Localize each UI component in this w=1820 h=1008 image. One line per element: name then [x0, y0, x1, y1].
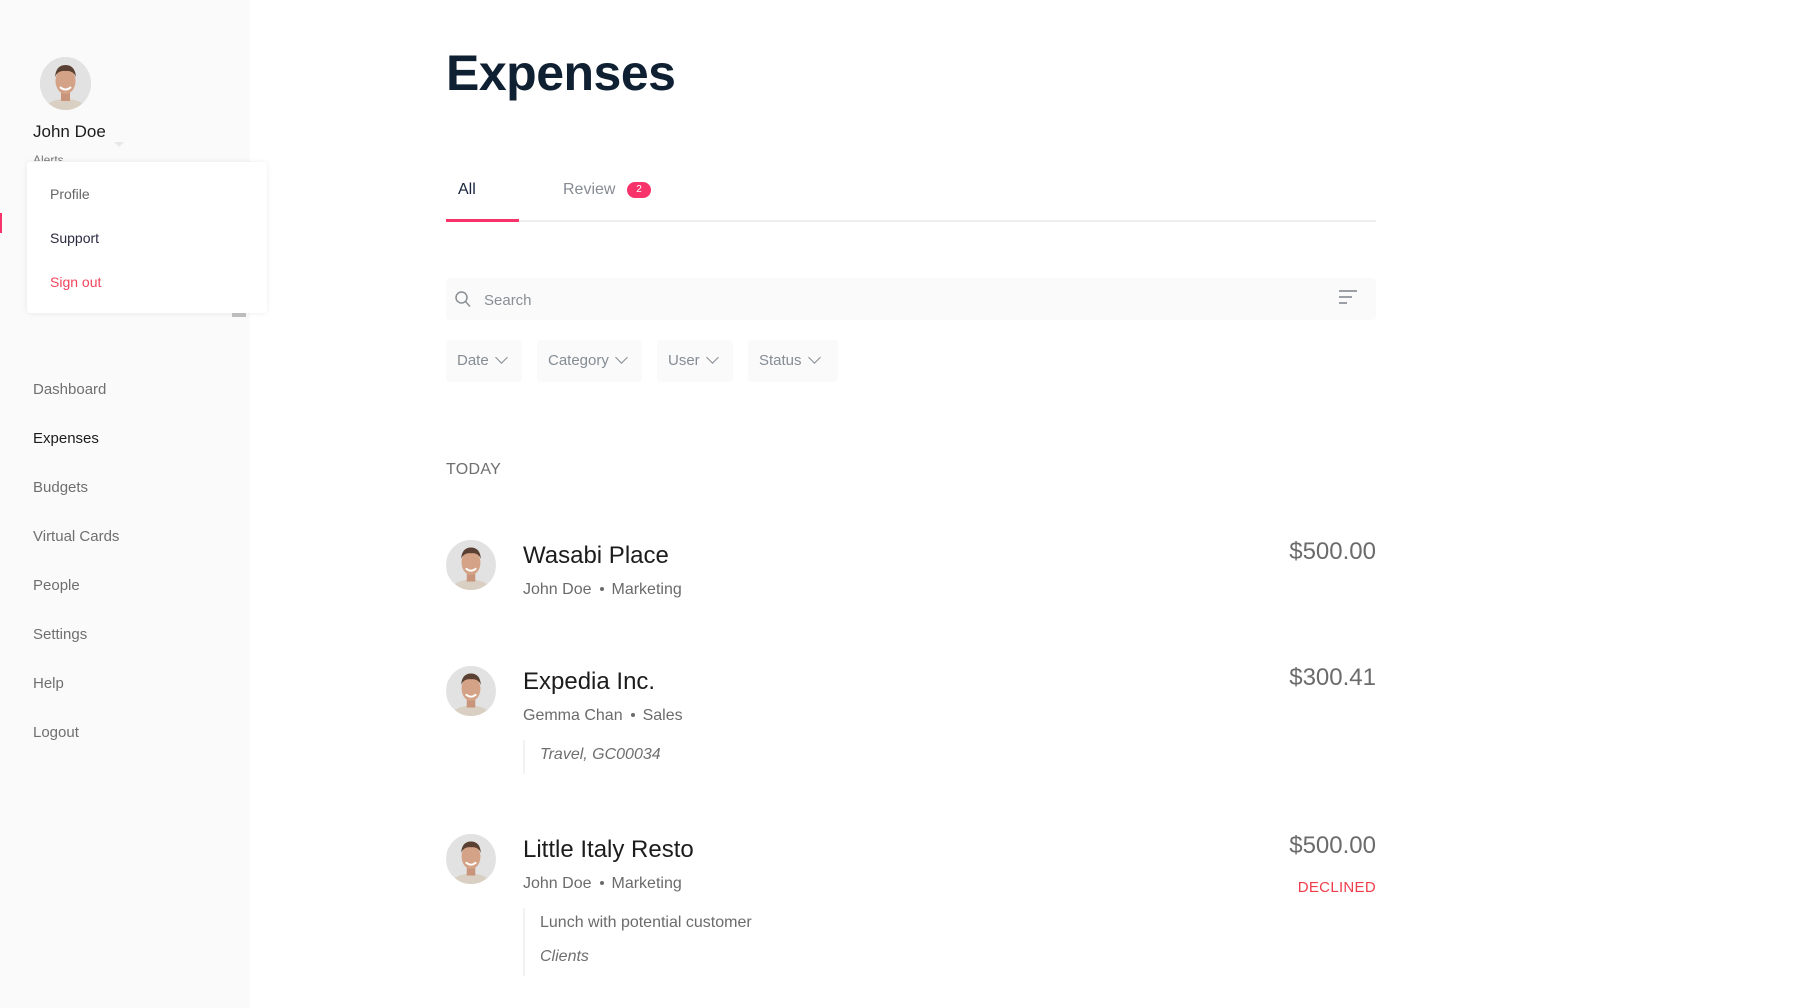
sidebar-item-expenses[interactable]: Expenses: [33, 430, 99, 447]
sidebar-item-budgets[interactable]: Budgets: [33, 479, 88, 496]
separator-dot: [630, 713, 635, 717]
user-avatar: [446, 834, 496, 884]
review-count-badge: 2: [627, 182, 651, 198]
sidebar-item-logout[interactable]: Logout: [33, 724, 79, 741]
filter-category[interactable]: Category: [537, 340, 642, 382]
merchant-name: Expedia Inc.: [523, 668, 656, 695]
search-icon: [455, 291, 471, 308]
expense-department: Sales: [642, 707, 683, 724]
note-category: Travel, GC00034: [540, 746, 661, 763]
active-indicator: [0, 213, 2, 233]
chevron-down-icon: [494, 351, 508, 364]
expense-user: John Doe: [523, 875, 592, 892]
expense-note: Lunch with potential customer Clients: [523, 908, 752, 976]
expense-department: Marketing: [611, 875, 682, 892]
filter-date-label: Date: [457, 352, 489, 369]
filter-user[interactable]: User: [657, 340, 733, 382]
merchant-name: Wasabi Place: [523, 542, 669, 569]
sidebar-item-settings[interactable]: Settings: [33, 626, 87, 643]
expense-note: Travel, GC00034: [523, 740, 661, 774]
tab-all[interactable]: All: [458, 181, 476, 199]
user-dropdown-menu: Profile Support Sign out: [27, 162, 267, 313]
expense-row[interactable]: Little Italy Resto John Doe Marketing $50…: [446, 832, 1376, 984]
expense-amount: $300.41: [1289, 664, 1376, 691]
page-title: Expenses: [446, 45, 676, 101]
sidebar-item-help[interactable]: Help: [33, 675, 64, 692]
expense-amount: $500.00: [1289, 832, 1376, 859]
separator-dot: [599, 881, 604, 885]
note-description: Lunch with potential customer: [540, 914, 752, 931]
caret-up-icon: [114, 142, 124, 147]
filter-user-label: User: [668, 352, 700, 369]
filter-status-label: Status: [759, 352, 802, 369]
expense-user: Gemma Chan: [523, 707, 623, 724]
note-category: Clients: [540, 948, 589, 965]
sidebar-item-dashboard[interactable]: Dashboard: [33, 381, 106, 398]
menu-item-profile[interactable]: Profile: [50, 186, 90, 202]
chevron-down-icon: [705, 351, 719, 364]
filter-category-label: Category: [548, 352, 609, 369]
tab-bar: All Review 2: [446, 170, 1376, 222]
chevron-down-icon: [615, 351, 628, 364]
status-badge: DECLINED: [1297, 879, 1376, 896]
user-avatar: [446, 666, 496, 716]
expense-user: John Doe: [523, 581, 592, 598]
expense-amount: $500.00: [1289, 538, 1376, 565]
avatar-photo-icon: [446, 666, 496, 716]
tab-review[interactable]: Review: [563, 181, 615, 199]
active-tab-underline: [446, 219, 519, 222]
sidebar-item-alerts[interactable]: Alerts: [33, 152, 64, 161]
chevron-down-icon: [807, 351, 821, 364]
merchant-name: Little Italy Resto: [523, 836, 694, 863]
filter-date[interactable]: Date: [446, 340, 522, 382]
expense-row[interactable]: Expedia Inc. Gemma Chan Sales $300.41 Tra…: [446, 664, 1376, 776]
scrollbar-thumb[interactable]: [232, 313, 246, 317]
menu-item-sign-out[interactable]: Sign out: [50, 274, 101, 290]
separator-dot: [599, 587, 604, 591]
avatar-photo-icon: [40, 57, 91, 110]
search-bar: [446, 278, 1376, 322]
expense-meta: John Doe Marketing: [523, 581, 682, 599]
menu-item-support[interactable]: Support: [50, 230, 99, 246]
avatar-photo-icon: [446, 540, 496, 590]
search-input[interactable]: [482, 278, 1306, 322]
sidebar-item-people[interactable]: People: [33, 577, 80, 594]
expense-department: Marketing: [611, 581, 682, 598]
section-label-today: TODAY: [446, 461, 502, 478]
sidebar: John Doe Alerts Profile Support Sign out…: [0, 0, 267, 1008]
expense-meta: John Doe Marketing: [523, 875, 682, 893]
filter-status[interactable]: Status: [748, 340, 838, 382]
avatar-photo-icon: [446, 834, 496, 884]
expense-meta: Gemma Chan Sales: [523, 707, 683, 725]
user-avatar: [446, 540, 496, 590]
sidebar-item-virtual-cards[interactable]: Virtual Cards: [33, 528, 119, 545]
user-name[interactable]: John Doe: [33, 122, 106, 142]
expense-row[interactable]: Wasabi Place John Doe Marketing $500.00: [446, 538, 1376, 610]
filter-lines-icon[interactable]: [1339, 290, 1357, 306]
user-avatar[interactable]: [40, 57, 91, 110]
